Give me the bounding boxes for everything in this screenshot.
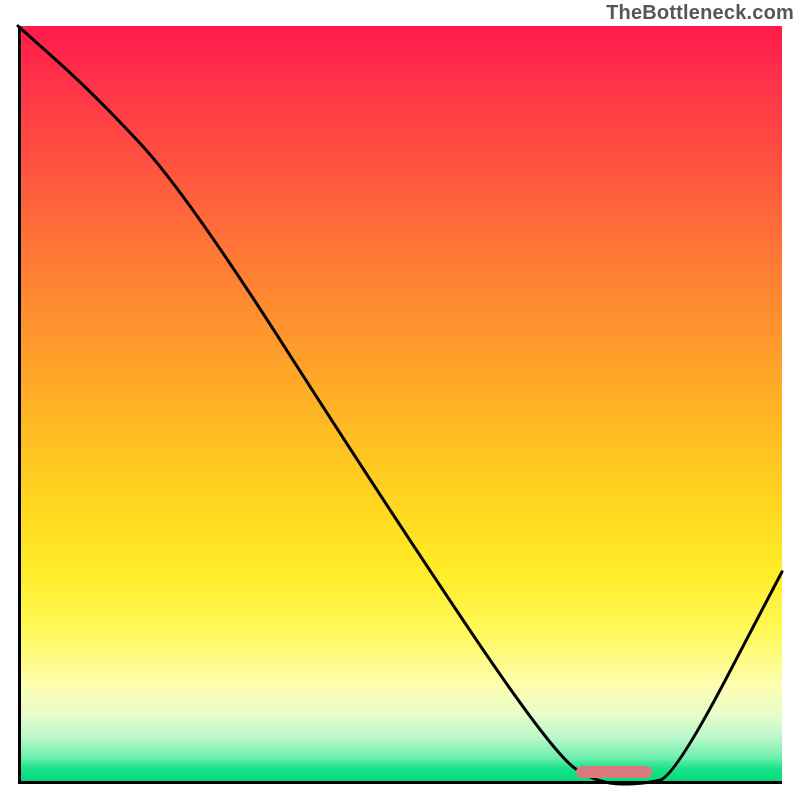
bottleneck-curve — [18, 26, 782, 784]
attribution-label: TheBottleneck.com — [606, 2, 794, 25]
optimal-range-marker — [576, 766, 652, 778]
plot-area — [18, 26, 782, 784]
chart-container: TheBottleneck.com — [0, 0, 800, 800]
